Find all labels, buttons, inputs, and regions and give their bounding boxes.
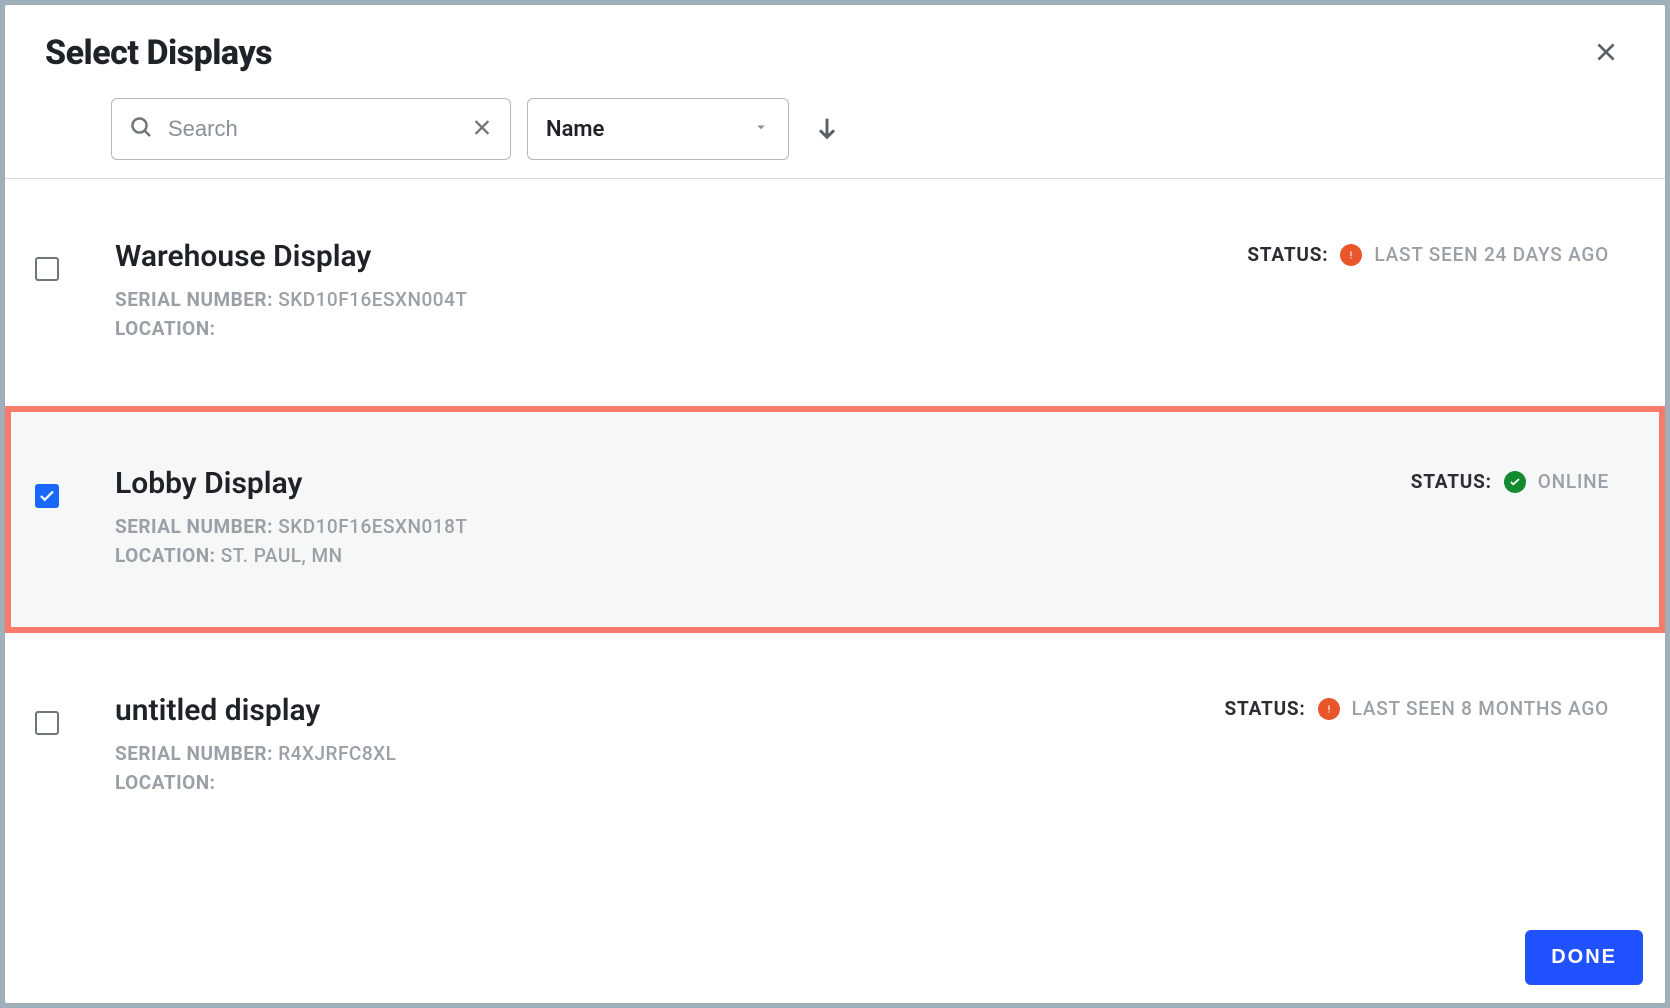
close-button[interactable] [1587,33,1625,74]
row-serial: SERIAL NUMBER: SKD10F16ESXN018T [115,515,1411,538]
status-ok-icon [1504,471,1526,493]
row-location: LOCATION: [115,317,1247,340]
status-label: STATUS: [1247,243,1328,266]
display-row[interactable]: untitled display SERIAL NUMBER: R4XJRFC8X… [5,633,1665,860]
row-main: untitled display SERIAL NUMBER: R4XJRFC8X… [115,693,1225,800]
modal-footer: DONE [5,916,1665,1003]
location-label: LOCATION: [115,317,216,340]
row-title: Lobby Display [115,466,1411,501]
arrow-down-icon [813,130,841,145]
serial-value: SKD10F16ESXN018T [278,515,467,538]
row-serial: SERIAL NUMBER: R4XJRFC8XL [115,742,1225,765]
serial-label: SERIAL NUMBER: [115,742,273,765]
status-text: ONLINE [1538,470,1609,493]
status-label: STATUS: [1411,470,1492,493]
row-location: LOCATION: [115,771,1225,794]
row-serial: SERIAL NUMBER: SKD10F16ESXN004T [115,288,1247,311]
display-list[interactable]: Warehouse Display SERIAL NUMBER: SKD10F16… [5,179,1665,916]
close-icon [1593,53,1619,68]
row-checkbox[interactable] [35,711,59,735]
x-icon [471,127,493,142]
search-input[interactable] [111,98,511,160]
display-row[interactable]: Lobby Display SERIAL NUMBER: SKD10F16ESXN… [5,406,1665,633]
toolbar: Name [5,74,1665,179]
search-clear-button[interactable] [467,113,497,146]
location-value: ST. PAUL, MN [221,544,343,567]
location-label: LOCATION: [115,771,216,794]
serial-label: SERIAL NUMBER: [115,515,273,538]
sort-direction-button[interactable] [805,106,849,153]
row-title: Warehouse Display [115,239,1247,274]
row-main: Lobby Display SERIAL NUMBER: SKD10F16ESXN… [115,466,1411,573]
row-title: untitled display [115,693,1225,728]
status-warn-icon [1340,244,1362,266]
status-label: STATUS: [1225,697,1306,720]
row-main: Warehouse Display SERIAL NUMBER: SKD10F16… [115,239,1247,346]
status-text: LAST SEEN 8 MONTHS AGO [1352,697,1609,720]
display-row[interactable]: Warehouse Display SERIAL NUMBER: SKD10F16… [5,179,1665,406]
row-status: STATUS: LAST SEEN 24 DAYS AGO [1247,243,1609,266]
serial-label: SERIAL NUMBER: [115,288,273,311]
row-checkbox[interactable] [35,257,59,281]
row-checkbox[interactable] [35,484,59,508]
done-button[interactable]: DONE [1525,930,1643,985]
sort-select-label: Name [546,117,604,142]
status-warn-icon [1318,698,1340,720]
status-text: LAST SEEN 24 DAYS AGO [1374,243,1609,266]
location-label: LOCATION: [115,544,216,567]
row-status: STATUS: ONLINE [1411,470,1609,493]
row-status: STATUS: LAST SEEN 8 MONTHS AGO [1225,697,1609,720]
serial-value: R4XJRFC8XL [278,742,396,765]
serial-value: SKD10F16ESXN004T [278,288,467,311]
sort-select[interactable]: Name [527,98,789,160]
caret-down-icon [752,117,770,142]
modal-title: Select Displays [45,33,272,73]
row-location: LOCATION: ST. PAUL, MN [115,544,1411,567]
select-displays-modal: Select Displays Name [4,4,1666,1004]
search-field-wrap [111,98,511,160]
modal-header: Select Displays [5,5,1665,74]
